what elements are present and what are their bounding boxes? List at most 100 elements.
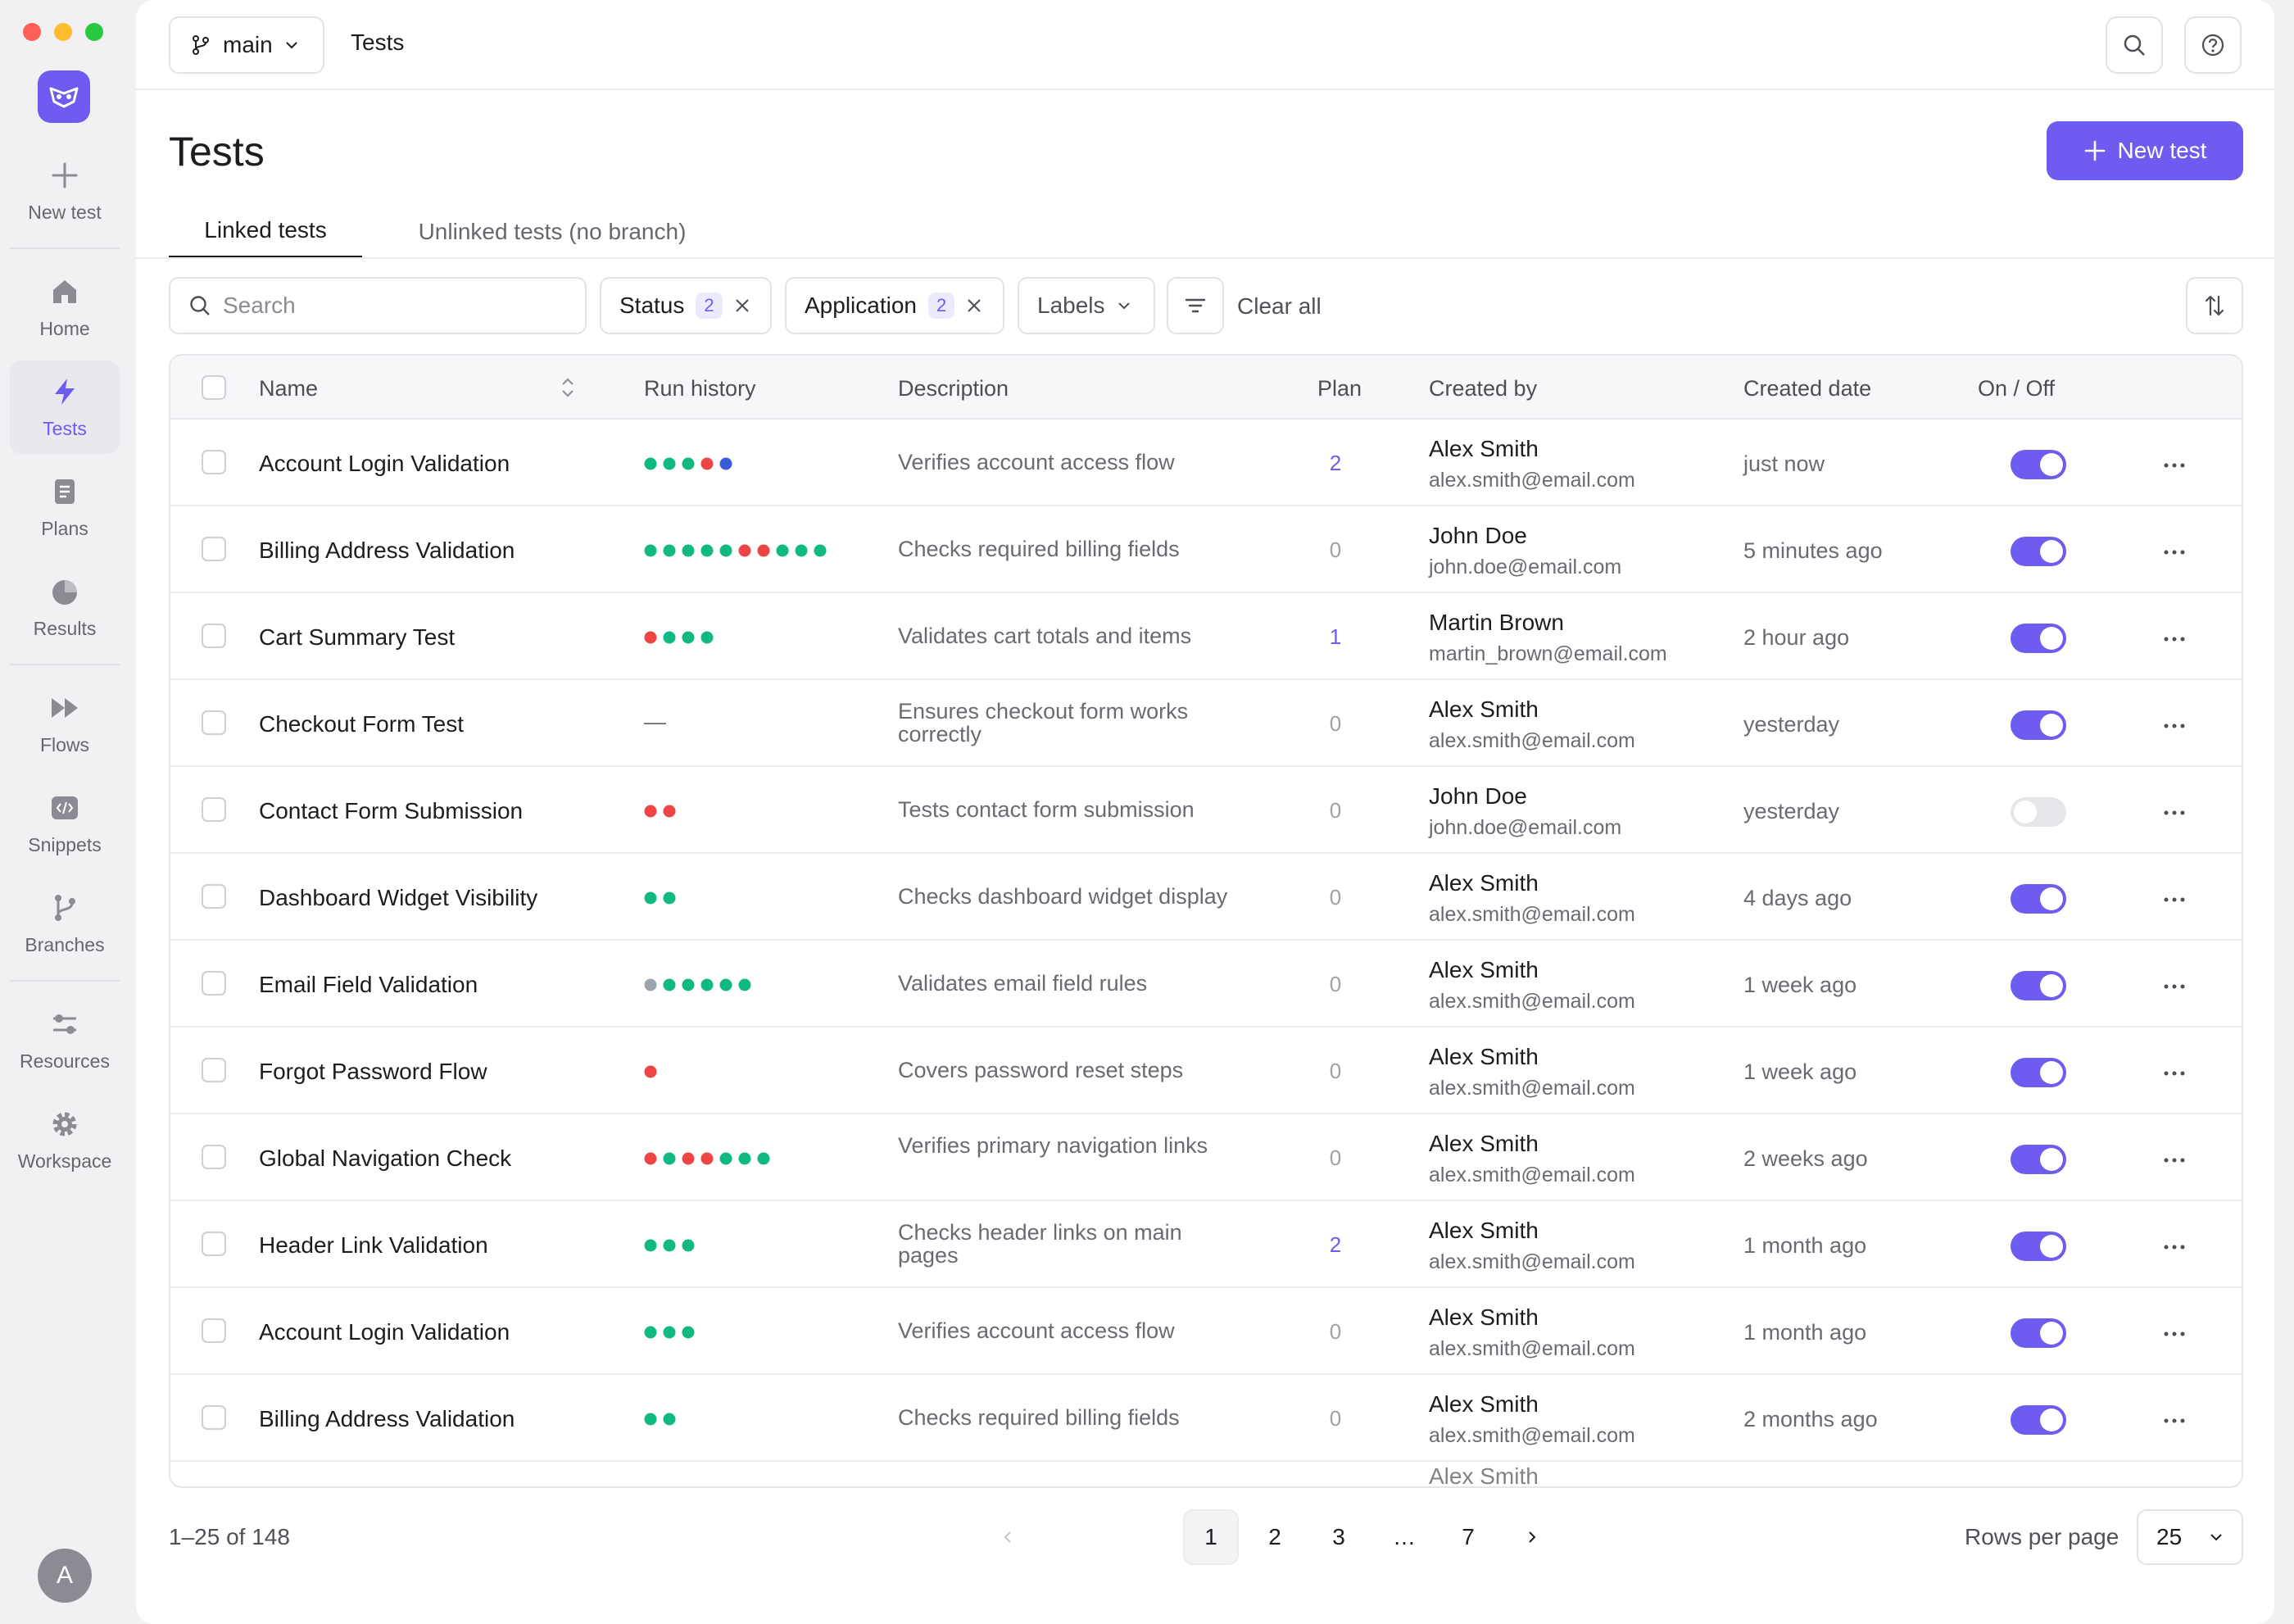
- rail-home[interactable]: Home: [10, 261, 120, 354]
- rail-plans[interactable]: Plans: [10, 460, 120, 554]
- run-dot-pass[interactable]: [682, 1239, 695, 1252]
- run-dot-pass[interactable]: [663, 457, 676, 470]
- enable-toggle[interactable]: [2011, 537, 2066, 566]
- table-row[interactable]: Header Link Validation Checks header link…: [170, 1201, 2242, 1288]
- run-dot-skipped[interactable]: [644, 978, 657, 991]
- test-name[interactable]: Account Login Validation: [259, 451, 510, 477]
- close-icon[interactable]: [734, 297, 750, 314]
- run-dot-pass[interactable]: [644, 544, 657, 557]
- row-more-menu[interactable]: [2163, 1144, 2186, 1170]
- table-row[interactable]: Account Login Validation Verifies account…: [170, 1288, 2242, 1375]
- run-dot-pass[interactable]: [700, 544, 714, 557]
- advanced-filter-button[interactable]: [1167, 277, 1224, 334]
- enable-toggle[interactable]: [2011, 797, 2066, 827]
- run-dot-fail[interactable]: [663, 805, 676, 818]
- run-dot-pass[interactable]: [682, 1326, 695, 1339]
- run-dot-pass[interactable]: [738, 978, 751, 991]
- run-dot-pass[interactable]: [663, 631, 676, 644]
- row-checkbox[interactable]: [202, 624, 226, 648]
- run-dot-pass[interactable]: [663, 1152, 676, 1165]
- row-more-menu[interactable]: [2163, 449, 2186, 475]
- clear-all-link[interactable]: Clear all: [1237, 293, 1322, 320]
- enable-toggle[interactable]: [2011, 1318, 2066, 1348]
- new-test-button[interactable]: New test: [2047, 121, 2243, 180]
- table-row[interactable]: Contact Form Submission Tests contact for…: [170, 767, 2242, 854]
- table-row[interactable]: Global Navigation Check Verifies primary …: [170, 1114, 2242, 1201]
- run-dot-pass[interactable]: [644, 457, 657, 470]
- plan-count[interactable]: 1: [1319, 624, 1352, 650]
- status-filter-chip[interactable]: Status 2: [600, 277, 772, 334]
- run-dot-pass[interactable]: [682, 978, 695, 991]
- row-more-menu[interactable]: [2163, 796, 2186, 823]
- rail-resources[interactable]: Resources: [10, 993, 120, 1086]
- test-name[interactable]: Forgot Password Flow: [259, 1059, 487, 1085]
- rail-new-test[interactable]: New test: [10, 144, 120, 238]
- enable-toggle[interactable]: [2011, 710, 2066, 740]
- table-row[interactable]: Account Login Validation Verifies account…: [170, 420, 2242, 506]
- plan-count[interactable]: 2: [1319, 1232, 1352, 1258]
- run-dot-fail[interactable]: [644, 1065, 657, 1078]
- run-dot-pass[interactable]: [644, 1239, 657, 1252]
- rail-flows[interactable]: Flows: [10, 677, 120, 770]
- page-button-2[interactable]: 2: [1247, 1509, 1303, 1565]
- run-dot-fail[interactable]: [644, 805, 657, 818]
- page-ellipsis[interactable]: …: [1376, 1509, 1432, 1565]
- row-checkbox[interactable]: [202, 797, 226, 822]
- enable-toggle[interactable]: [2011, 624, 2066, 653]
- row-more-menu[interactable]: [2163, 710, 2186, 736]
- row-checkbox[interactable]: [202, 710, 226, 735]
- row-checkbox[interactable]: [202, 884, 226, 909]
- table-row[interactable]: Dashboard Widget Visibility Checks dashbo…: [170, 854, 2242, 941]
- run-dot-fail[interactable]: [757, 544, 770, 557]
- run-dot-pass[interactable]: [700, 978, 714, 991]
- tab-linked-tests[interactable]: Linked tests: [169, 205, 362, 259]
- table-row[interactable]: Email Field Validation Validates email fi…: [170, 941, 2242, 1027]
- row-more-menu[interactable]: [2163, 970, 2186, 996]
- enable-toggle[interactable]: [2011, 1232, 2066, 1261]
- rows-per-page-select[interactable]: 25: [2137, 1509, 2243, 1565]
- row-more-menu[interactable]: [2163, 536, 2186, 562]
- run-dot-pass[interactable]: [644, 891, 657, 905]
- run-dot-fail[interactable]: [644, 631, 657, 644]
- run-dot-fail[interactable]: [700, 457, 714, 470]
- row-checkbox[interactable]: [202, 450, 226, 474]
- sort-button[interactable]: [2186, 277, 2243, 334]
- page-button-7[interactable]: 7: [1440, 1509, 1496, 1565]
- row-more-menu[interactable]: [2163, 883, 2186, 910]
- plan-count[interactable]: 2: [1319, 451, 1352, 476]
- test-name[interactable]: Contact Form Submission: [259, 798, 523, 824]
- row-more-menu[interactable]: [2163, 1231, 2186, 1257]
- enable-toggle[interactable]: [2011, 1405, 2066, 1435]
- row-more-menu[interactable]: [2163, 623, 2186, 649]
- run-dot-pass[interactable]: [682, 631, 695, 644]
- run-dot-pass[interactable]: [719, 544, 732, 557]
- test-name[interactable]: Dashboard Widget Visibility: [259, 885, 537, 911]
- run-dot-pass[interactable]: [682, 544, 695, 557]
- rail-results[interactable]: Results: [10, 560, 120, 654]
- app-logo[interactable]: [38, 70, 90, 123]
- run-dot-pass[interactable]: [663, 891, 676, 905]
- column-header-name[interactable]: Name: [259, 376, 318, 401]
- table-row[interactable]: Checkout Form Test — Ensures checkout form…: [170, 680, 2242, 767]
- next-page-button[interactable]: [1504, 1509, 1560, 1565]
- table-row[interactable]: Cart Summary Test Validates cart totals a…: [170, 593, 2242, 680]
- run-dot-pass[interactable]: [663, 1239, 676, 1252]
- enable-toggle[interactable]: [2011, 1058, 2066, 1087]
- run-dot-fail[interactable]: [644, 1152, 657, 1165]
- sort-toggle-icon[interactable]: [559, 375, 577, 400]
- page-button-3[interactable]: 3: [1311, 1509, 1367, 1565]
- run-dot-fail[interactable]: [682, 1152, 695, 1165]
- row-more-menu[interactable]: [2163, 1318, 2186, 1344]
- row-more-menu[interactable]: [2163, 1404, 2186, 1431]
- help-button[interactable]: [2184, 16, 2242, 74]
- search-input[interactable]: Search: [169, 277, 587, 334]
- test-name[interactable]: Account Login Validation: [259, 1319, 510, 1345]
- row-checkbox[interactable]: [202, 537, 226, 561]
- maximize-window-button[interactable]: [85, 23, 103, 41]
- run-dot-pass[interactable]: [795, 544, 808, 557]
- run-dot-pass[interactable]: [700, 631, 714, 644]
- prev-page-button[interactable]: [980, 1509, 1036, 1565]
- branch-selector[interactable]: main: [169, 16, 324, 74]
- rail-branches[interactable]: Branches: [10, 877, 120, 970]
- run-dot-pass[interactable]: [757, 1152, 770, 1165]
